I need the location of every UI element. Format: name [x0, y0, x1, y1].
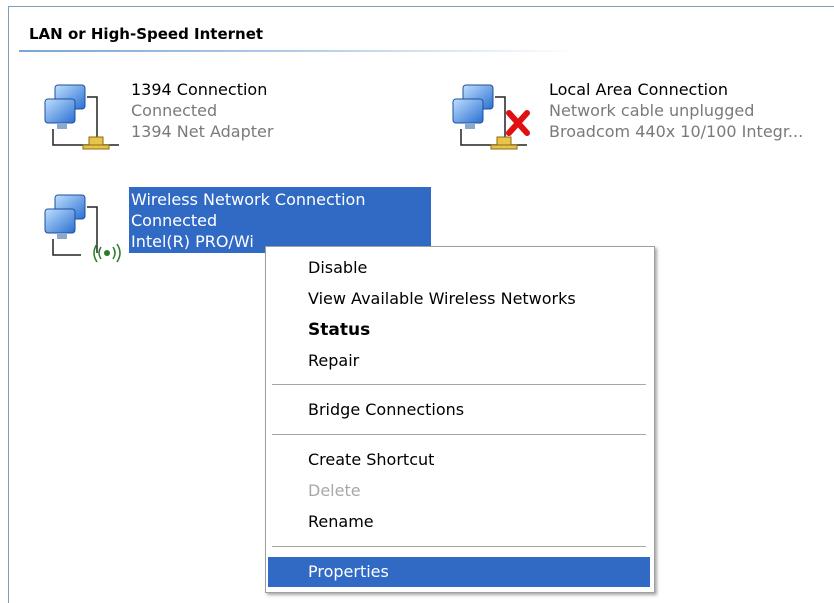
network-disconnected-icon: [452, 84, 530, 150]
menu-item-bridge-connections[interactable]: Bridge Connections: [268, 395, 650, 425]
menu-item-create-shortcut[interactable]: Create Shortcut: [268, 445, 650, 475]
wireless-connection-icon: [44, 194, 121, 263]
connection-name: 1394 Connection: [131, 80, 268, 99]
connection-name: Wireless Network Connection: [131, 190, 366, 209]
menu-item-properties[interactable]: Properties: [268, 557, 650, 587]
menu-item-disable[interactable]: Disable: [268, 253, 650, 283]
connection-1394-text: 1394 Connection Connected 1394 Net Adapt…: [131, 79, 273, 142]
group-header: LAN or High-Speed Internet: [29, 25, 264, 43]
connection-status: Connected: [131, 211, 218, 230]
connection-device: Broadcom 440x 10/100 Integr...: [549, 122, 804, 141]
menu-item-repair[interactable]: Repair: [268, 346, 650, 376]
group-header-divider: [19, 50, 579, 52]
connection-status: Connected: [131, 101, 218, 120]
connection-name: Local Area Connection: [549, 80, 728, 99]
context-menu: Disable View Available Wireless Networks…: [265, 246, 655, 593]
menu-separator: [272, 546, 646, 547]
connection-status: Network cable unplugged: [549, 101, 755, 120]
connection-wireless-text: Wireless Network Connection Connected In…: [131, 189, 365, 252]
connection-local-area-text: Local Area Connection Network cable unpl…: [549, 79, 803, 142]
connection-device: 1394 Net Adapter: [131, 122, 274, 141]
menu-item-delete: Delete: [308, 481, 361, 500]
menu-item-rename[interactable]: Rename: [268, 507, 650, 537]
menu-separator: [272, 434, 646, 435]
menu-separator: [272, 384, 646, 385]
menu-item-status[interactable]: Status: [268, 315, 650, 345]
network-connection-icon: [44, 84, 119, 150]
menu-item-view-wireless-networks[interactable]: View Available Wireless Networks: [268, 284, 650, 314]
